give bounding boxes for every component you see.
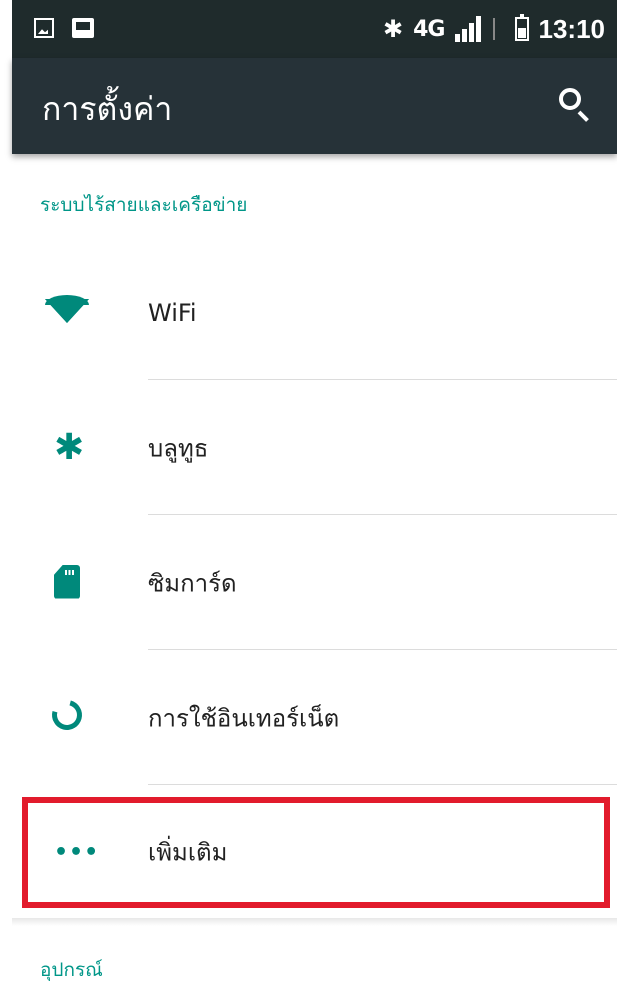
settings-item-label: WiFi: [148, 298, 197, 327]
section-header-wireless: ระบบไร้สายและเครือข่าย: [40, 194, 248, 216]
data-arrows-icon: [492, 18, 499, 40]
status-bar: ✱ 4G 13:10: [12, 0, 617, 58]
settings-item-label: การใช้อินเทอร์เน็ต: [148, 704, 340, 732]
settings-item-data-usage[interactable]: การใช้อินเทอร์เน็ต: [12, 650, 617, 785]
page-title: การตั้งค่า: [42, 90, 173, 128]
message-notification-icon: [72, 18, 94, 38]
app-bar: การตั้งค่า: [12, 58, 617, 154]
more-icon: •••: [54, 839, 100, 865]
image-notification-icon: [34, 18, 54, 38]
settings-item-bluetooth[interactable]: ✱ บลูทูธ: [12, 380, 617, 515]
data-usage-icon: [42, 694, 90, 742]
sim-card-icon: [42, 559, 90, 607]
section-header-device: อุปกรณ์: [40, 959, 103, 981]
settings-item-more[interactable]: ••• เพิ่มเติม: [12, 785, 617, 918]
settings-item-wifi[interactable]: WiFi: [12, 245, 617, 380]
section-separator: [12, 918, 617, 926]
settings-item-label: บลูทูธ: [148, 434, 209, 462]
settings-item-label: เพิ่มเติม: [148, 838, 228, 866]
clock: 13:10: [538, 13, 606, 44]
battery-icon: [514, 14, 529, 41]
search-button[interactable]: [555, 84, 595, 124]
wifi-icon: [42, 289, 90, 337]
settings-item-sim-cards[interactable]: ซิมการ์ด: [12, 515, 617, 650]
network-type: 4G: [413, 16, 445, 42]
bluetooth-status-icon: ✱: [383, 15, 404, 43]
notification-icons: [34, 18, 94, 38]
bluetooth-icon: ✱: [54, 426, 85, 468]
search-icon: [559, 88, 581, 110]
settings-item-label: ซิมการ์ด: [148, 569, 237, 597]
signal-icon: [454, 16, 481, 42]
system-icons: ✱ 4G 13:10: [383, 12, 605, 46]
